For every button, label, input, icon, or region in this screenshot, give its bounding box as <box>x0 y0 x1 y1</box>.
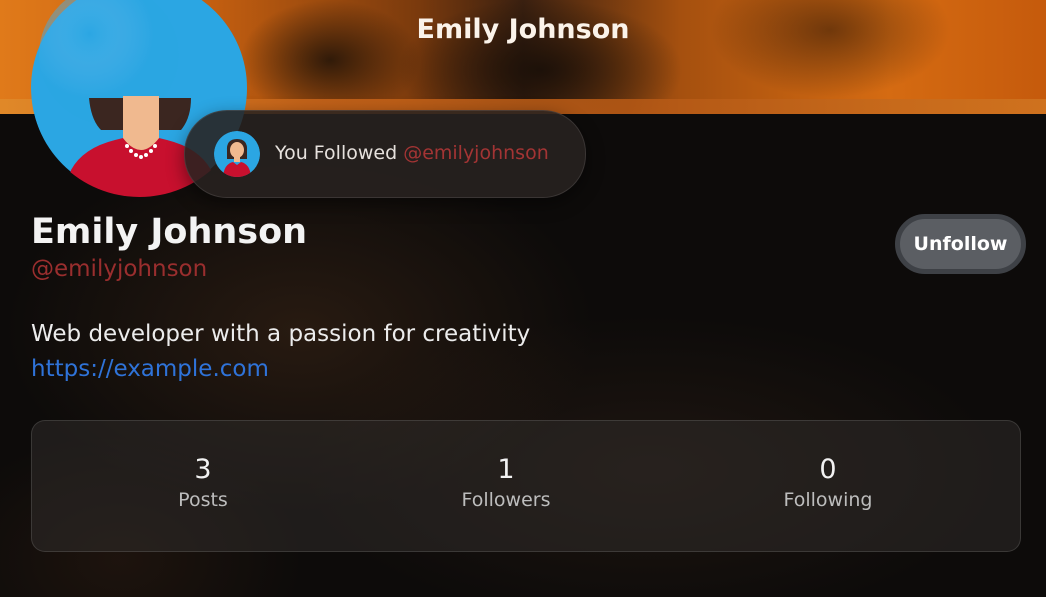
stat-value: 0 <box>819 454 837 485</box>
toast-handle[interactable]: @emilyjohnson <box>403 142 549 164</box>
profile-name: Emily Johnson <box>31 212 308 252</box>
follow-toast: You Followed @emilyjohnson <box>184 110 586 198</box>
stat-value: 1 <box>497 454 515 485</box>
stat-followers[interactable]: 1 Followers <box>406 453 606 511</box>
profile-handle: @emilyjohnson <box>31 256 208 282</box>
stat-label: Following <box>783 489 873 511</box>
stat-label: Followers <box>461 489 551 511</box>
stat-value: 3 <box>194 454 212 485</box>
stat-following[interactable]: 0 Following <box>728 453 928 511</box>
toast-avatar-icon <box>214 131 260 177</box>
profile-bio: Web developer with a passion for creativ… <box>31 321 531 347</box>
stat-posts[interactable]: 3 Posts <box>103 453 303 511</box>
stats-panel: 3 Posts 1 Followers 0 Following <box>31 420 1021 552</box>
stat-label: Posts <box>178 489 228 511</box>
toast-message: You Followed @emilyjohnson <box>275 142 549 164</box>
toast-prefix: You Followed <box>275 142 398 164</box>
profile-website-link[interactable]: https://example.com <box>31 356 269 382</box>
unfollow-button[interactable]: Unfollow <box>895 214 1026 274</box>
